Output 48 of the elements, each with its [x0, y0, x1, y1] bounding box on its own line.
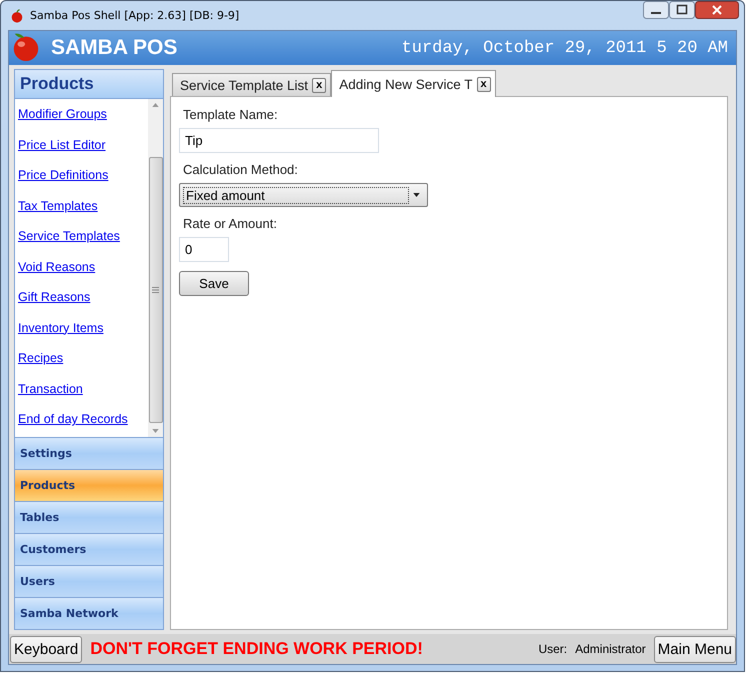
- scroll-up-icon[interactable]: [152, 103, 159, 107]
- window-title: Samba Pos Shell [App: 2.63] [DB: 9-9]: [30, 9, 240, 22]
- sidebar-section-button[interactable]: Customers: [15, 533, 163, 565]
- sidebar-section-button[interactable]: Users: [15, 565, 163, 597]
- sidebar-link[interactable]: Modifier Groups: [18, 105, 148, 124]
- close-icon[interactable]: [695, 1, 739, 19]
- tab[interactable]: Adding New Service T x: [331, 70, 496, 97]
- sidebar-link[interactable]: Void Reasons: [18, 258, 148, 276]
- sidebar-section-button[interactable]: Settings: [15, 437, 163, 469]
- app-name: SAMBA POS: [51, 36, 178, 60]
- dropdown-arrow-icon: [413, 193, 420, 197]
- tab-close-button[interactable]: x: [312, 78, 326, 92]
- apple-icon: [10, 8, 24, 22]
- sidebar-link[interactable]: Price List Editor: [18, 136, 148, 154]
- scrollbar[interactable]: [148, 99, 163, 437]
- save-button[interactable]: Save: [179, 271, 249, 296]
- user-label: User:: [538, 642, 568, 656]
- tab-label[interactable]: Service Template List: [180, 78, 308, 92]
- template-name-field[interactable]: Tip: [179, 128, 379, 153]
- sidebar-section-button[interactable]: Products: [15, 469, 163, 501]
- field-label: Template Name:: [182, 107, 278, 122]
- sidebar-section-button[interactable]: Samba Network: [15, 597, 163, 629]
- sidebar-link[interactable]: End of day Records: [18, 410, 148, 428]
- tab-label[interactable]: Adding New Service T: [339, 76, 472, 92]
- field-label: Rate or Amount:: [182, 216, 277, 231]
- scroll-thumb[interactable]: [148, 157, 162, 423]
- tab[interactable]: Service Template List x: [172, 73, 332, 96]
- sidebar-link[interactable]: Gift Reasons: [18, 288, 148, 306]
- date-time: turday, October 29, 2011 5 20 AM: [402, 38, 728, 58]
- sidebar-section-button[interactable]: Tables: [15, 501, 163, 533]
- sidebar-link[interactable]: Transaction: [18, 380, 148, 398]
- sidebar-link[interactable]: Tax Templates: [18, 196, 148, 215]
- sidebar-link[interactable]: Price Definitions: [18, 166, 148, 184]
- scroll-down-icon[interactable]: [152, 429, 159, 433]
- user-name: Administrator: [575, 642, 646, 656]
- sidebar-title: Products: [15, 70, 163, 99]
- minimize-icon[interactable]: [643, 1, 669, 19]
- sidebar-link[interactable]: Inventory Items: [18, 318, 148, 337]
- tab-close-button[interactable]: x: [476, 76, 491, 92]
- warning-message: DON'T FORGET ENDING WORK PERIOD!: [90, 639, 423, 659]
- keyboard-button[interactable]: Keyboard: [10, 636, 82, 662]
- field-label: Calculation Method:: [182, 162, 298, 177]
- sidebar-link[interactable]: Recipes: [18, 349, 148, 368]
- rate-field[interactable]: 0: [179, 237, 229, 262]
- sidebar-link[interactable]: Service Templates: [18, 227, 148, 246]
- main-menu-button[interactable]: Main Menu: [654, 636, 736, 662]
- maximize-icon[interactable]: [669, 1, 695, 19]
- calculation-method-dropdown[interactable]: Fixed amount: [179, 183, 428, 207]
